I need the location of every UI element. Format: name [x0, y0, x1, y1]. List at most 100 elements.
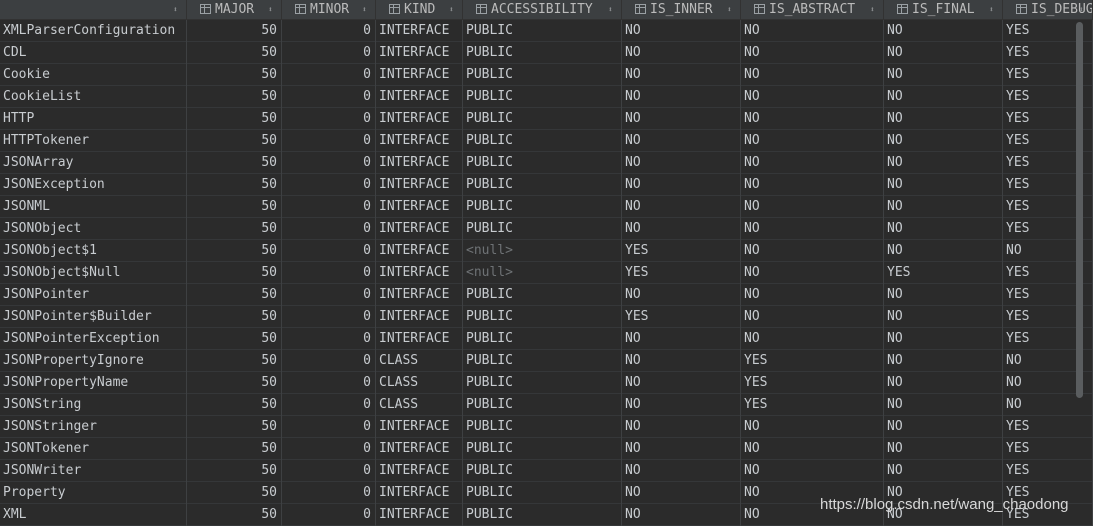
table-cell[interactable]: 50 [187, 152, 282, 174]
table-cell[interactable]: <null> [463, 262, 622, 284]
table-cell[interactable]: 50 [187, 64, 282, 86]
table-cell[interactable]: NO [741, 416, 884, 438]
table-cell[interactable]: NO [622, 416, 741, 438]
table-cell[interactable]: JSONPropertyName [0, 372, 187, 394]
table-cell[interactable]: PUBLIC [463, 416, 622, 438]
table-cell[interactable]: 0 [282, 218, 376, 240]
table-cell[interactable]: INTERFACE [376, 196, 463, 218]
table-cell[interactable]: NO [622, 42, 741, 64]
table-cell[interactable]: NO [622, 152, 741, 174]
table-cell[interactable]: NO [741, 86, 884, 108]
table-cell[interactable]: INTERFACE [376, 416, 463, 438]
table-cell[interactable]: NO [741, 64, 884, 86]
table-cell[interactable]: 50 [187, 350, 282, 372]
table-cell[interactable]: INTERFACE [376, 284, 463, 306]
table-cell[interactable]: JSONPointerException [0, 328, 187, 350]
table-cell[interactable]: 50 [187, 504, 282, 526]
table-cell[interactable]: PUBLIC [463, 20, 622, 42]
table-cell[interactable]: NO [622, 328, 741, 350]
table-cell[interactable]: NO [884, 152, 1003, 174]
table-cell[interactable]: YES [884, 262, 1003, 284]
table-cell[interactable]: INTERFACE [376, 218, 463, 240]
sort-arrows-icon[interactable]: ⬍ [1079, 0, 1084, 19]
table-cell[interactable]: NO [741, 152, 884, 174]
table-cell[interactable]: CLASS [376, 394, 463, 416]
table-cell[interactable]: NO [741, 328, 884, 350]
table-cell[interactable]: 0 [282, 284, 376, 306]
table-cell[interactable]: PUBLIC [463, 504, 622, 526]
table-cell[interactable]: CookieList [0, 86, 187, 108]
sort-arrows-icon[interactable]: ⬍ [727, 0, 732, 19]
table-cell[interactable]: NO [884, 284, 1003, 306]
table-cell[interactable]: PUBLIC [463, 482, 622, 504]
table-cell[interactable]: NO [884, 86, 1003, 108]
table-row[interactable]: Cookie 50 0 INTERFACE PUBLIC NO NO NO YES [0, 64, 1093, 86]
table-cell[interactable]: 50 [187, 240, 282, 262]
table-cell[interactable]: 0 [282, 152, 376, 174]
table-cell[interactable]: NO [884, 306, 1003, 328]
table-cell[interactable]: NO [741, 42, 884, 64]
table-cell[interactable]: JSONArray [0, 152, 187, 174]
sort-arrows-icon[interactable]: ⬍ [989, 0, 994, 19]
table-cell[interactable]: JSONStringer [0, 416, 187, 438]
table-cell[interactable]: NO [741, 20, 884, 42]
table-row[interactable]: JSONStringer 50 0 INTERFACE PUBLIC NO NO NO YES [0, 416, 1093, 438]
table-cell[interactable]: 0 [282, 20, 376, 42]
table-cell[interactable]: PUBLIC [463, 306, 622, 328]
table-cell[interactable]: NO [741, 218, 884, 240]
table-cell[interactable]: NO [622, 218, 741, 240]
table-cell[interactable]: 0 [282, 262, 376, 284]
sort-arrows-icon[interactable]: ⬍ [268, 0, 273, 19]
table-cell[interactable]: 0 [282, 130, 376, 152]
table-cell[interactable]: 0 [282, 306, 376, 328]
table-cell[interactable]: NO [741, 262, 884, 284]
table-cell[interactable]: INTERFACE [376, 482, 463, 504]
table-cell[interactable]: NO [884, 438, 1003, 460]
table-cell[interactable]: NO [741, 196, 884, 218]
table-cell[interactable]: NO [622, 482, 741, 504]
column-header-is-abstract[interactable]: IS_ABSTRACT [741, 0, 884, 19]
table-cell[interactable]: NO [884, 42, 1003, 64]
table-cell[interactable]: INTERFACE [376, 20, 463, 42]
table-row[interactable]: JSONML 50 0 INTERFACE PUBLIC NO NO NO YES [0, 196, 1093, 218]
table-cell[interactable]: NO [884, 174, 1003, 196]
table-cell[interactable]: NO [622, 460, 741, 482]
table-cell[interactable]: 0 [282, 86, 376, 108]
table-cell[interactable]: INTERFACE [376, 174, 463, 196]
table-cell[interactable]: NO [884, 218, 1003, 240]
table-cell[interactable]: 50 [187, 262, 282, 284]
table-cell[interactable]: 50 [187, 482, 282, 504]
table-cell[interactable]: PUBLIC [463, 284, 622, 306]
table-cell[interactable]: 0 [282, 64, 376, 86]
table-cell[interactable]: 0 [282, 438, 376, 460]
table-cell[interactable]: CLASS [376, 350, 463, 372]
table-cell[interactable]: JSONObject$Null [0, 262, 187, 284]
table-row[interactable]: JSONPropertyIgnore 50 0 CLASS PUBLIC NO YES NO N… [0, 350, 1093, 372]
table-cell[interactable]: NO [622, 394, 741, 416]
table-row[interactable]: JSONObject 50 0 INTERFACE PUBLIC NO NO NO YES [0, 218, 1093, 240]
table-cell[interactable]: NO [884, 328, 1003, 350]
table-cell[interactable]: PUBLIC [463, 86, 622, 108]
table-cell[interactable]: 50 [187, 218, 282, 240]
table-cell[interactable]: YES [741, 394, 884, 416]
table-row[interactable]: JSONObject$1 50 0 INTERFACE <null> YES NO NO NO [0, 240, 1093, 262]
column-header-name[interactable] [0, 0, 187, 19]
table-cell[interactable]: NO [741, 284, 884, 306]
table-row[interactable]: JSONArray 50 0 INTERFACE PUBLIC NO NO NO YES [0, 152, 1093, 174]
table-cell[interactable]: NO [884, 394, 1003, 416]
sort-arrows-icon[interactable]: ⬍ [608, 0, 613, 19]
table-row[interactable]: JSONString 50 0 CLASS PUBLIC NO YES NO NO [0, 394, 1093, 416]
table-cell[interactable]: YES [741, 350, 884, 372]
table-cell[interactable]: NO [622, 372, 741, 394]
table-cell[interactable]: INTERFACE [376, 64, 463, 86]
table-cell[interactable]: 0 [282, 482, 376, 504]
table-cell[interactable]: PUBLIC [463, 196, 622, 218]
table-cell[interactable]: 50 [187, 130, 282, 152]
table-cell[interactable]: 50 [187, 284, 282, 306]
table-cell[interactable]: INTERFACE [376, 504, 463, 526]
table-cell[interactable]: 0 [282, 108, 376, 130]
table-cell[interactable]: NO [741, 174, 884, 196]
table-cell[interactable]: NO [884, 240, 1003, 262]
sort-arrows-icon[interactable]: ⬍ [362, 0, 367, 19]
table-cell[interactable]: 50 [187, 460, 282, 482]
